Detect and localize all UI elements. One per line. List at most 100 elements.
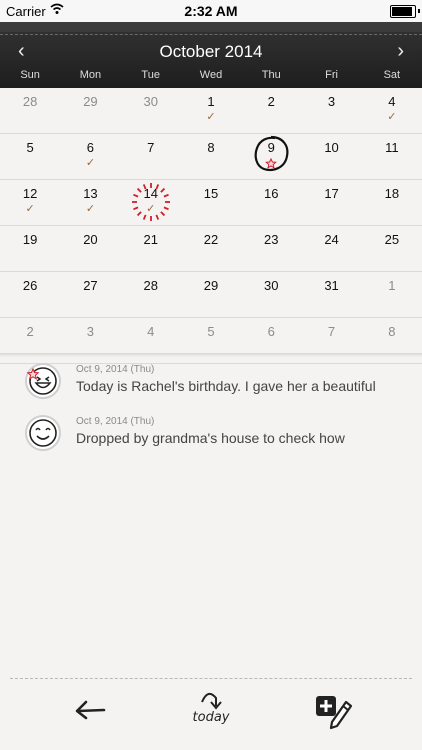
day-number: 13 bbox=[83, 186, 98, 201]
day-number: 3 bbox=[327, 94, 336, 109]
day-number: 2 bbox=[26, 324, 34, 339]
day-number: 16 bbox=[264, 186, 279, 201]
calendar-day-cell[interactable]: 6 ✓ bbox=[60, 134, 120, 179]
day-number: 4 bbox=[147, 324, 155, 339]
day-number: 27 bbox=[83, 278, 98, 293]
day-number: 31 bbox=[324, 278, 339, 293]
calendar-day-cell[interactable]: 17 bbox=[301, 180, 361, 225]
weekday-row: Sun Mon Tue Wed Thu Fri Sat bbox=[0, 69, 422, 81]
calendar-day-cell[interactable]: 3 bbox=[301, 88, 361, 133]
diary-entry[interactable]: Oct 9, 2014 (Thu) Today is Rachel's birt… bbox=[0, 362, 422, 406]
day-number: 24 bbox=[324, 232, 339, 247]
add-entry-pencil-icon bbox=[316, 696, 353, 730]
add-entry-button[interactable] bbox=[310, 690, 354, 740]
day-number: 29 bbox=[83, 94, 98, 109]
weekday-label: Tue bbox=[141, 69, 160, 81]
calendar-day-cell[interactable]: 1 ✓ bbox=[181, 88, 241, 133]
day-number: 11 bbox=[385, 140, 399, 155]
calendar-day-cell[interactable]: 30 bbox=[241, 272, 301, 317]
calendar-day-cell[interactable]: 12 ✓ bbox=[0, 180, 60, 225]
weekday-label: Sat bbox=[383, 69, 401, 81]
calendar-day-cell[interactable]: 1 bbox=[362, 272, 422, 317]
day-number: 20 bbox=[83, 232, 98, 247]
day-number: 18 bbox=[384, 186, 400, 201]
day-number: 1 bbox=[388, 278, 396, 293]
day-number: 19 bbox=[22, 232, 38, 247]
smiley-face-icon bbox=[25, 415, 61, 451]
day-number: 29 bbox=[203, 278, 219, 293]
calendar-day-cell[interactable]: 31 bbox=[301, 272, 361, 317]
day-number: 6 bbox=[86, 140, 95, 155]
calendar-day-cell[interactable]: 9 bbox=[241, 134, 301, 179]
day-number: 8 bbox=[388, 324, 396, 339]
day-number: 4 bbox=[388, 94, 396, 109]
calendar-day-cell[interactable]: 11 bbox=[362, 134, 422, 179]
calendar-day-cell[interactable]: 16 bbox=[241, 180, 301, 225]
calendar-day-cell[interactable]: 29 bbox=[60, 88, 120, 133]
entry-text: Dropped by grandma's house to check how bbox=[76, 430, 345, 446]
curved-arrow-icon bbox=[201, 692, 222, 710]
weekday-label: Thu bbox=[261, 69, 281, 81]
month-title: October 2014 bbox=[159, 42, 263, 61]
day-number: 5 bbox=[207, 324, 215, 339]
calendar-day-cell[interactable]: 24 bbox=[301, 226, 361, 271]
calendar-day-cell[interactable]: 28 bbox=[121, 272, 181, 317]
day-number: 23 bbox=[264, 232, 279, 247]
day-number: 22 bbox=[203, 232, 219, 247]
day-number: 3 bbox=[86, 324, 95, 339]
check-icon: ✓ bbox=[206, 111, 216, 123]
calendar-day-cell[interactable]: 19 bbox=[0, 226, 60, 271]
next-month-button[interactable]: › bbox=[397, 40, 404, 63]
calendar-day-cell[interactable]: 2 bbox=[241, 88, 301, 133]
day-number: 7 bbox=[327, 324, 336, 339]
calendar-day-cell[interactable]: 14 ✓ bbox=[121, 180, 181, 225]
calendar-day-cell[interactable]: 23 bbox=[241, 226, 301, 271]
weekday-label: Fri bbox=[325, 69, 338, 81]
calendar-day-cell[interactable]: 5 bbox=[0, 134, 60, 179]
calendar-day-cell[interactable]: 4 ✓ bbox=[362, 88, 422, 133]
weekday-label: Sun bbox=[20, 69, 40, 81]
back-button[interactable] bbox=[70, 690, 110, 740]
battery-icon bbox=[390, 5, 416, 18]
calendar-day-cell[interactable]: 25 bbox=[362, 226, 422, 271]
diary-entry[interactable]: Oct 9, 2014 (Thu) Dropped by grandma's h… bbox=[0, 414, 422, 458]
day-number: 1 bbox=[207, 94, 215, 109]
today-button[interactable]: today bbox=[186, 690, 236, 740]
month-header: ‹ October 2014 › Sun Mon Tue Wed Thu Fri… bbox=[0, 32, 422, 88]
calendar-day-cell[interactable]: 13 ✓ bbox=[60, 180, 120, 225]
calendar-day-cell[interactable]: 29 bbox=[181, 272, 241, 317]
day-number: 30 bbox=[143, 94, 158, 109]
day-number: 26 bbox=[22, 278, 38, 293]
day-number: 8 bbox=[207, 140, 215, 155]
calendar-day-cell[interactable]: 10 bbox=[301, 134, 361, 179]
entry-text: Today is Rachel's birthday. I gave her a… bbox=[76, 378, 376, 394]
calendar-day-cell[interactable]: 8 bbox=[181, 134, 241, 179]
status-bar: Carrier 2:32 AM bbox=[0, 0, 422, 22]
calendar-day-cell[interactable]: 28 bbox=[0, 88, 60, 133]
calendar-day-cell[interactable]: 20 bbox=[60, 226, 120, 271]
calendar-week-row: 28 29 30 1 ✓ 2 3 4 ✓ bbox=[0, 88, 422, 134]
entry-date: Oct 9, 2014 (Thu) bbox=[76, 416, 155, 427]
calendar-day-cell[interactable]: 30 bbox=[121, 88, 181, 133]
day-number: 15 bbox=[203, 186, 219, 201]
check-icon: ✓ bbox=[85, 203, 96, 215]
day-number: 25 bbox=[384, 232, 400, 247]
calendar-day-cell[interactable]: 7 bbox=[121, 134, 181, 179]
day-number: 10 bbox=[324, 140, 339, 155]
check-icon: ✓ bbox=[85, 157, 96, 169]
calendar-day-cell[interactable]: 27 bbox=[60, 272, 120, 317]
day-number: 2 bbox=[267, 94, 275, 109]
day-number: 17 bbox=[324, 186, 339, 201]
calendar-day-cell[interactable]: 26 bbox=[0, 272, 60, 317]
calendar-day-cell[interactable]: 21 bbox=[121, 226, 181, 271]
calendar-day-cell[interactable]: 15 bbox=[181, 180, 241, 225]
day-number: 21 bbox=[143, 232, 158, 247]
entry-date: Oct 9, 2014 (Thu) bbox=[76, 364, 155, 375]
calendar-day-cell[interactable]: 22 bbox=[181, 226, 241, 271]
calendar-week-row: 26 27 28 29 30 31 1 bbox=[0, 272, 422, 318]
day-number: 30 bbox=[264, 278, 279, 293]
day-number: 28 bbox=[143, 278, 158, 293]
back-arrow-icon bbox=[75, 700, 106, 720]
calendar-day-cell[interactable]: 18 bbox=[362, 180, 422, 225]
star-icon bbox=[265, 158, 278, 169]
